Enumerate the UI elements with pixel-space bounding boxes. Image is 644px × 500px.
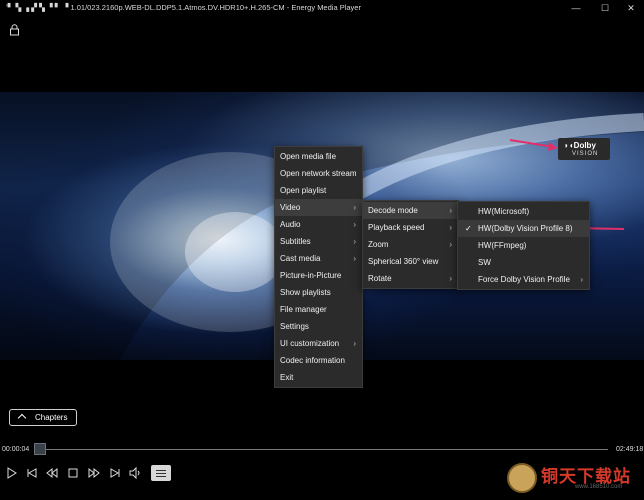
chevron-right-icon: › <box>449 206 452 215</box>
menu-item-spherical-360[interactable]: Spherical 360° view <box>363 253 458 270</box>
menu-item-show-playlists[interactable]: Show playlists <box>275 284 362 301</box>
chevron-up-icon <box>17 413 27 423</box>
dolby-badge-line1: ◗◖Dolby <box>564 141 596 150</box>
decode-mode-submenu: HW(Microsoft) ✓ HW(Dolby Vision Profile 8… <box>457 201 590 290</box>
seek-bar[interactable] <box>34 449 608 450</box>
volume-button[interactable] <box>128 466 144 480</box>
dolby-vision-badge: ◗◖Dolby VISION <box>558 138 610 160</box>
lock-icon[interactable] <box>9 24 20 36</box>
check-icon: ✓ <box>465 224 472 233</box>
current-time: 00:00:04 <box>2 446 30 453</box>
play-button[interactable] <box>5 466 21 480</box>
maximize-button[interactable]: ☐ <box>591 0 619 16</box>
menu-item-file-manager[interactable]: File manager <box>275 301 362 318</box>
menu-item-decode-mode[interactable]: Decode mode › <box>363 202 458 219</box>
menu-item-subtitles[interactable]: Subtitles › <box>275 233 362 250</box>
minimize-button[interactable]: — <box>562 0 590 16</box>
menu-item-open-network-stream[interactable]: Open network stream <box>275 165 362 182</box>
previous-button[interactable] <box>25 466 41 480</box>
dolby-badge-line2: VISION <box>572 151 599 157</box>
menu-item-codec-information[interactable]: Codec information <box>275 352 362 369</box>
chevron-right-icon: › <box>353 339 356 348</box>
chevron-right-icon: › <box>353 220 356 229</box>
coin-logo-icon <box>507 463 537 493</box>
menu-item-open-media-file[interactable]: Open media file <box>275 148 362 165</box>
menu-item-zoom[interactable]: Zoom › <box>363 236 458 253</box>
hamburger-icon-line <box>156 476 166 477</box>
rewind-icon <box>46 467 58 479</box>
menu-item-cast-media[interactable]: Cast media › <box>275 250 362 267</box>
chapters-label: Chapters <box>35 413 68 422</box>
menu-item-hw-microsoft[interactable]: HW(Microsoft) <box>458 203 589 220</box>
menu-item-rotate[interactable]: Rotate › <box>363 270 458 287</box>
next-button[interactable] <box>108 466 124 480</box>
close-button[interactable]: ✕ <box>617 0 644 16</box>
hamburger-icon-line <box>156 470 166 471</box>
menu-item-sw[interactable]: SW <box>458 254 589 271</box>
stop-icon <box>68 468 78 478</box>
chevron-right-icon: › <box>449 240 452 249</box>
menu-item-playback-speed[interactable]: Playback speed › <box>363 219 458 236</box>
context-menu: Open media file Open network stream Open… <box>274 146 363 388</box>
menu-item-audio[interactable]: Audio › <box>275 216 362 233</box>
speaker-icon <box>129 466 140 480</box>
title-bar: ʻ▘ ▚ ▗ ▞ ▚ ▝ ▘ ▝ 1.01/023.2160p.WEB-DL.D… <box>0 0 644 16</box>
video-submenu: Decode mode › Playback speed › Zoom › Spher… <box>362 200 459 289</box>
chevron-right-icon: › <box>353 237 356 246</box>
chevron-right-icon: › <box>449 274 452 283</box>
total-time: 02:49:18 <box>616 446 644 453</box>
fast-forward-button[interactable] <box>87 466 103 480</box>
menu-item-settings[interactable]: Settings <box>275 318 362 335</box>
menu-button[interactable] <box>151 465 171 481</box>
chevron-right-icon: › <box>353 203 356 212</box>
menu-item-ui-customization[interactable]: UI customization › <box>275 335 362 352</box>
window-title: ʻ▘ ▚ ▗ ▞ ▚ ▝ ▘ ▝ 1.01/023.2160p.WEB-DL.D… <box>6 3 361 12</box>
menu-item-hw-dolby-vision-profile-8[interactable]: ✓ HW(Dolby Vision Profile 8) <box>458 220 589 237</box>
watermark-url: www.168510.com <box>575 484 623 490</box>
watermark: 铜天下载站 www.168510.com <box>505 461 639 497</box>
skip-next-icon <box>110 468 120 478</box>
chapters-button[interactable]: Chapters <box>9 409 77 426</box>
chevron-right-icon: › <box>449 223 452 232</box>
menu-item-hw-ffmpeg[interactable]: HW(FFmpeg) <box>458 237 589 254</box>
chevron-right-icon: › <box>580 275 583 284</box>
play-icon <box>7 467 17 479</box>
menu-item-force-dolby-vision-profile[interactable]: Force Dolby Vision Profile › <box>458 271 589 288</box>
menu-item-picture-in-picture[interactable]: Picture-in-Picture <box>275 267 362 284</box>
fast-forward-icon <box>88 467 100 479</box>
seek-thumb[interactable] <box>34 443 46 455</box>
hamburger-icon-line <box>156 473 166 474</box>
menu-item-exit[interactable]: Exit <box>275 369 362 386</box>
menu-item-open-playlist[interactable]: Open playlist <box>275 182 362 199</box>
stop-button[interactable] <box>66 466 82 480</box>
chevron-right-icon: › <box>353 254 356 263</box>
menu-item-video[interactable]: Video › <box>275 199 362 216</box>
skip-previous-icon <box>27 468 37 478</box>
annotation-arrow-badge <box>509 139 558 151</box>
rewind-button[interactable] <box>45 466 61 480</box>
